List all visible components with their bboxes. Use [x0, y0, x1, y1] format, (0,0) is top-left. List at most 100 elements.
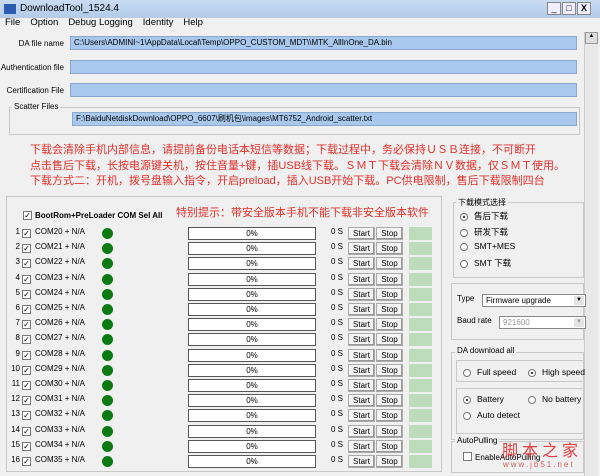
port-checkbox[interactable]: ✓: [22, 289, 31, 299]
port-checkbox[interactable]: ✓: [22, 441, 31, 451]
port-status-box: [409, 333, 432, 347]
port-checkbox[interactable]: ✓: [22, 457, 31, 466]
close-button[interactable]: X: [577, 2, 591, 15]
stop-button[interactable]: Stop: [376, 272, 403, 286]
port-elapsed-time: 0 S: [331, 348, 344, 358]
full-speed-radio[interactable]: Full speed: [463, 367, 516, 377]
port-row: 3 ✓ COM22 + N/A 0% 0 S Start Stop: [10, 257, 435, 271]
auth-file-label: Authentication file: [0, 63, 64, 72]
port-progress-bar: 0%: [188, 333, 316, 347]
port-elapsed-time: 0 S: [331, 242, 344, 252]
cert-file-input[interactable]: [70, 83, 577, 97]
status-led-icon: [102, 258, 113, 270]
no-battery-radio[interactable]: No battery: [528, 394, 581, 404]
option-label: SMT+MES: [474, 241, 516, 251]
mode-option-aftersales[interactable]: 售后下载: [460, 210, 508, 222]
start-button[interactable]: Start: [348, 379, 375, 392]
port-row: 5 ✓ COM24 + N/A 0% 0 S Start Stop: [10, 287, 435, 301]
menu-bar: File Option Debug Logging Identity Help: [0, 16, 203, 30]
port-checkbox[interactable]: ✓: [22, 350, 31, 360]
start-button[interactable]: Start: [348, 333, 375, 347]
stop-button[interactable]: Stop: [376, 409, 403, 423]
port-checkbox[interactable]: ✓: [22, 259, 31, 269]
port-com-label: COM30 + N/A: [35, 379, 86, 388]
stop-button[interactable]: Stop: [376, 348, 403, 362]
stop-button[interactable]: Stop: [376, 379, 403, 392]
baud-rate-select[interactable]: 921600 ▼: [499, 316, 586, 329]
security-warning: 特别提示：带安全版本手机不能下载非安全版本软件: [176, 207, 429, 219]
scatter-file-input[interactable]: F:\BaiduNetdiskDownload\OPPO_6607\刷机包\im…: [72, 112, 577, 126]
mode-option-rd[interactable]: 研发下载: [460, 226, 508, 238]
enable-autopulling-checkbox[interactable]: [463, 452, 472, 461]
port-status-box: [409, 272, 432, 286]
status-led-icon: [102, 288, 113, 300]
stop-button[interactable]: Stop: [376, 242, 403, 256]
type-select[interactable]: Firmware upgrade ▼: [482, 294, 586, 307]
high-speed-radio[interactable]: High speed: [528, 367, 585, 377]
port-checkbox[interactable]: ✓: [22, 381, 31, 390]
start-button[interactable]: Start: [348, 424, 375, 438]
start-button[interactable]: Start: [348, 257, 375, 271]
stop-button[interactable]: Stop: [376, 394, 403, 408]
port-checkbox[interactable]: ✓: [22, 335, 31, 345]
stop-button[interactable]: Stop: [376, 227, 403, 240]
stop-button[interactable]: Stop: [376, 318, 403, 332]
start-button[interactable]: Start: [348, 348, 375, 362]
port-checkbox[interactable]: ✓: [22, 274, 31, 284]
port-checkbox[interactable]: ✓: [22, 320, 31, 330]
cert-file-label: Certification File: [6, 86, 64, 95]
start-button[interactable]: Start: [348, 272, 375, 286]
port-com-label: COM34 + N/A: [35, 439, 86, 449]
stop-button[interactable]: Stop: [376, 257, 403, 271]
radio-icon: [463, 411, 471, 420]
start-button[interactable]: Start: [348, 439, 375, 453]
port-checkbox[interactable]: ✓: [22, 365, 31, 375]
start-button[interactable]: Start: [348, 242, 375, 256]
maximize-button[interactable]: □: [562, 2, 576, 15]
scroll-up-icon[interactable]: ▲: [585, 32, 598, 44]
da-file-input[interactable]: C:\Users\ADMINI~1\AppData\Local\Temp\OPP…: [70, 36, 577, 50]
start-button[interactable]: Start: [348, 227, 375, 240]
mode-group-title: 下载模式选择: [456, 197, 508, 208]
vertical-scrollbar[interactable]: ▲: [584, 32, 598, 476]
start-button[interactable]: Start: [348, 363, 375, 377]
start-button[interactable]: Start: [348, 318, 375, 332]
select-all-checkbox[interactable]: ✓: [23, 211, 32, 220]
stop-button[interactable]: Stop: [376, 333, 403, 347]
stop-button[interactable]: Stop: [376, 424, 403, 438]
menu-file[interactable]: File: [5, 16, 20, 30]
start-button[interactable]: Start: [348, 303, 375, 316]
menu-debug-logging[interactable]: Debug Logging: [68, 16, 132, 30]
port-checkbox[interactable]: ✓: [22, 229, 31, 238]
port-checkbox[interactable]: ✓: [22, 396, 31, 406]
status-led-icon: [102, 304, 113, 315]
port-checkbox[interactable]: ✓: [22, 244, 31, 254]
mode-option-smt-mes[interactable]: SMT+MES: [460, 241, 515, 251]
option-label: High speed: [542, 367, 586, 377]
port-checkbox[interactable]: ✓: [22, 411, 31, 421]
minimize-button[interactable]: _: [547, 2, 561, 15]
stop-button[interactable]: Stop: [376, 363, 403, 377]
menu-help[interactable]: Help: [183, 16, 203, 30]
mode-option-smt[interactable]: SMT 下载: [460, 257, 511, 269]
start-button[interactable]: Start: [348, 287, 375, 301]
stop-button[interactable]: Stop: [376, 455, 403, 468]
port-progress-bar: 0%: [188, 439, 316, 453]
auth-file-input[interactable]: [70, 60, 577, 74]
port-row: 10 ✓ COM29 + N/A 0% 0 S Start Stop: [10, 363, 435, 377]
stop-button[interactable]: Stop: [376, 439, 403, 453]
start-button[interactable]: Start: [348, 409, 375, 423]
auto-detect-radio[interactable]: Auto detect: [463, 410, 520, 420]
port-row: 12 ✓ COM31 + N/A 0% 0 S Start Stop: [10, 394, 435, 408]
radio-icon: [460, 242, 468, 251]
port-checkbox[interactable]: ✓: [22, 305, 31, 314]
stop-button[interactable]: Stop: [376, 287, 403, 301]
start-button[interactable]: Start: [348, 455, 375, 468]
stop-button[interactable]: Stop: [376, 303, 403, 316]
menu-option[interactable]: Option: [30, 16, 58, 30]
start-button[interactable]: Start: [348, 394, 375, 408]
menu-identity[interactable]: Identity: [143, 16, 174, 30]
port-row: 16 ✓ COM35 + N/A 0% 0 S Start Stop: [10, 455, 435, 468]
port-checkbox[interactable]: ✓: [22, 426, 31, 436]
battery-radio[interactable]: Battery: [463, 394, 504, 404]
